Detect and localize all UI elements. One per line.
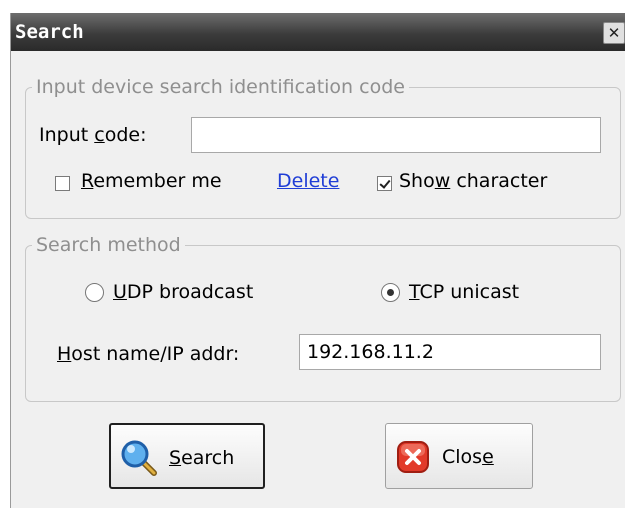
show-character-checkbox[interactable] bbox=[377, 176, 392, 191]
udp-broadcast-mnemonic: U bbox=[113, 281, 127, 303]
tcp-unicast-label-rest: CP unicast bbox=[419, 281, 520, 303]
remember-me-checkbox[interactable] bbox=[55, 176, 70, 191]
host-ip-label-rest: ost name/IP addr: bbox=[71, 343, 240, 365]
close-icon bbox=[397, 441, 429, 473]
code-group-legend: Input device search identification code bbox=[36, 76, 405, 98]
close-icon[interactable]: ✕ bbox=[603, 22, 625, 44]
close-button-label: Close bbox=[442, 446, 494, 468]
search-dialog: Search ✕ Input device search identificat… bbox=[10, 13, 625, 508]
search-button-label: Search bbox=[169, 447, 234, 469]
host-ip-label: Host name/IP addr: bbox=[57, 343, 239, 365]
input-code-label-post: ode: bbox=[104, 124, 147, 146]
input-code-label: Input code: bbox=[39, 124, 146, 146]
tcp-unicast-radio[interactable] bbox=[381, 283, 400, 302]
show-character-label-pre: Sho bbox=[399, 170, 435, 192]
udp-broadcast-radio[interactable] bbox=[85, 283, 104, 302]
search-method-legend: Search method bbox=[36, 234, 181, 256]
host-ip-field[interactable] bbox=[299, 334, 601, 370]
search-method-group: Search method bbox=[25, 234, 621, 402]
udp-broadcast-label[interactable]: UDP broadcast bbox=[113, 281, 253, 303]
search-button[interactable]: Search bbox=[109, 423, 265, 489]
search-button-mnemonic: S bbox=[169, 447, 182, 469]
input-code-field[interactable] bbox=[191, 117, 601, 153]
input-code-label-pre: Input bbox=[39, 124, 95, 146]
close-button[interactable]: Close bbox=[385, 423, 533, 489]
tcp-unicast-mnemonic: T bbox=[409, 281, 420, 303]
remember-me-label[interactable]: Remember me bbox=[81, 170, 222, 192]
delete-link[interactable]: Delete bbox=[277, 170, 339, 192]
magnifier-icon bbox=[121, 440, 157, 476]
show-character-label[interactable]: Show character bbox=[399, 170, 547, 192]
show-character-mnemonic: w bbox=[434, 170, 451, 192]
host-ip-mnemonic: H bbox=[57, 343, 72, 365]
udp-broadcast-label-rest: DP broadcast bbox=[126, 281, 254, 303]
input-code-label-mnemonic: c bbox=[94, 124, 105, 146]
close-button-label-pre: Clos bbox=[442, 446, 483, 468]
dialog-title: Search bbox=[15, 21, 84, 43]
remember-me-mnemonic: R bbox=[81, 170, 94, 192]
remember-me-label-rest: emember me bbox=[93, 170, 222, 192]
show-character-label-post: character bbox=[450, 170, 548, 192]
close-button-mnemonic: e bbox=[482, 446, 494, 468]
tcp-unicast-label[interactable]: TCP unicast bbox=[409, 281, 519, 303]
title-bar[interactable]: Search ✕ bbox=[11, 13, 625, 51]
search-button-label-rest: earch bbox=[181, 447, 235, 469]
